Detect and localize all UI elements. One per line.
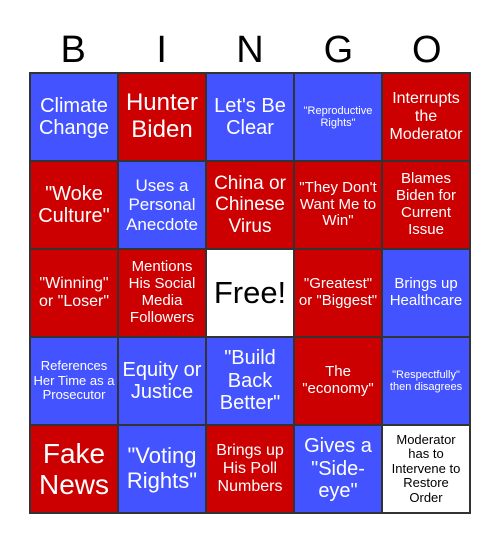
bingo-cell[interactable]: Gives a "Side-eye" bbox=[294, 425, 382, 513]
bingo-cell[interactable]: Brings up His Poll Numbers bbox=[206, 425, 294, 513]
bingo-cell[interactable]: Blames Biden for Current Issue bbox=[382, 161, 470, 249]
bingo-cell[interactable]: "They Don't Want Me to Win" bbox=[294, 161, 382, 249]
bingo-cell[interactable]: Fake News bbox=[30, 425, 118, 513]
header-letter-g: G bbox=[323, 29, 354, 71]
bingo-cell[interactable]: "Reproductive Rights" bbox=[294, 73, 382, 161]
bingo-cell[interactable]: Interrupts the Moderator bbox=[382, 73, 470, 161]
bingo-cell[interactable]: "Build Back Better" bbox=[206, 337, 294, 425]
header-letter-o: O bbox=[412, 29, 442, 71]
bingo-cell[interactable]: Uses a Personal Anecdote bbox=[118, 161, 206, 249]
bingo-card-grid: Climate Change Hunter Biden Let's Be Clear… bbox=[29, 72, 471, 514]
header-letter-b: B bbox=[60, 29, 86, 71]
bingo-header: B I N G O bbox=[29, 28, 471, 72]
bingo-cell[interactable]: Climate Change bbox=[30, 73, 118, 161]
bingo-cell[interactable]: Hunter Biden bbox=[118, 73, 206, 161]
bingo-cell[interactable]: Let's Be Clear bbox=[206, 73, 294, 161]
bingo-cell[interactable]: "Winning" or "Loser" bbox=[30, 249, 118, 337]
bingo-cell[interactable]: Brings up Healthcare bbox=[382, 249, 470, 337]
bingo-cell[interactable]: Mentions His Social Media Followers bbox=[118, 249, 206, 337]
bingo-cell-free[interactable]: Free! bbox=[206, 249, 294, 337]
bingo-cell[interactable]: Equity or Justice bbox=[118, 337, 206, 425]
bingo-cell[interactable]: "Woke Culture" bbox=[30, 161, 118, 249]
bingo-cell[interactable]: The "economy" bbox=[294, 337, 382, 425]
header-letter-n: N bbox=[236, 29, 264, 71]
bingo-cell[interactable]: "Respectfully" then disagrees bbox=[382, 337, 470, 425]
bingo-cell[interactable]: Moderator has to Intervene to Restore Or… bbox=[382, 425, 470, 513]
bingo-cell[interactable]: "Voting Rights" bbox=[118, 425, 206, 513]
bingo-cell[interactable]: References Her Time as a Prosecutor bbox=[30, 337, 118, 425]
header-letter-i: I bbox=[156, 29, 167, 71]
bingo-cell[interactable]: "Greatest" or "Biggest" bbox=[294, 249, 382, 337]
bingo-cell[interactable]: China or Chinese Virus bbox=[206, 161, 294, 249]
